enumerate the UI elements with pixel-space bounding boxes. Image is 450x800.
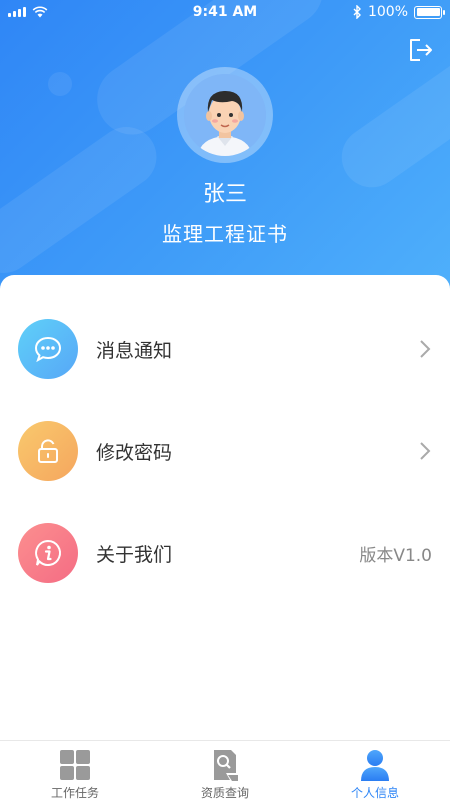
battery-percent: 100% bbox=[367, 4, 408, 20]
menu-item-change-password[interactable]: 修改密码 bbox=[0, 411, 450, 491]
message-icon bbox=[18, 319, 78, 379]
certificate-title: 监理工程证书 bbox=[162, 222, 288, 246]
tab-work-tasks[interactable]: 工作任务 bbox=[0, 741, 150, 800]
status-bar: 9:41 AM 100% bbox=[0, 0, 450, 26]
tab-label: 资质查询 bbox=[200, 786, 249, 800]
person-icon bbox=[361, 750, 389, 781]
menu-item-about-us[interactable]: 关于我们 版本V1.0 bbox=[0, 513, 450, 593]
tab-qualification-query[interactable]: 资质查询 bbox=[150, 741, 300, 800]
chevron-right-icon bbox=[420, 340, 431, 358]
logout-icon[interactable] bbox=[406, 36, 434, 64]
menu-label-change-password: 修改密码 bbox=[96, 441, 173, 464]
menu-label-about-us: 关于我们 bbox=[96, 543, 173, 566]
lock-icon bbox=[18, 421, 78, 481]
menu-label-notifications: 消息通知 bbox=[96, 339, 173, 362]
bluetooth-icon bbox=[353, 5, 361, 19]
info-icon bbox=[18, 523, 78, 583]
battery-icon bbox=[414, 5, 445, 19]
tab-label: 工作任务 bbox=[50, 786, 99, 800]
grid-icon bbox=[60, 750, 90, 780]
header-decoration bbox=[48, 72, 72, 96]
menu-item-notifications[interactable]: 消息通知 bbox=[0, 309, 450, 389]
version-label: 版本V1.0 bbox=[359, 545, 432, 566]
settings-card: 消息通知 修改密码 关于我们 版本V1.0 bbox=[0, 275, 450, 745]
avatar-icon bbox=[184, 74, 266, 156]
profile-header: 9:41 AM 100% 张三 监理工程证书 bbox=[0, 0, 450, 300]
bottom-tab-bar: 工作任务 资质查询 个人信息 bbox=[0, 740, 450, 800]
avatar[interactable] bbox=[177, 67, 273, 163]
tab-label: 个人信息 bbox=[350, 786, 399, 800]
tab-personal-info[interactable]: 个人信息 bbox=[300, 741, 450, 800]
chevron-right-icon bbox=[420, 442, 431, 460]
user-name: 张三 bbox=[202, 182, 247, 207]
document-search-icon bbox=[214, 750, 238, 781]
